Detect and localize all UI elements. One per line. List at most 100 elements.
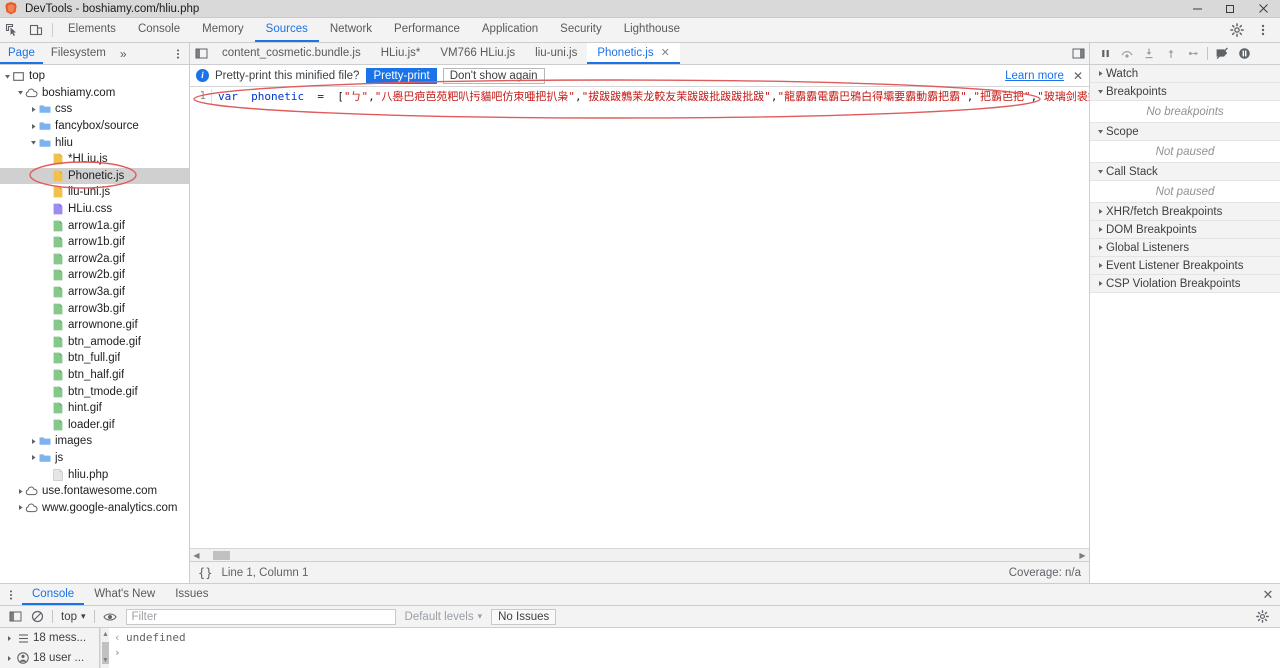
close-icon[interactable]: ✕ <box>1073 69 1083 83</box>
gear-icon[interactable] <box>1224 23 1250 37</box>
inspect-element-icon[interactable] <box>0 18 24 42</box>
code-editor[interactable]: 1 var phonetic = ["ㄅ","八嶴巴疤芭苑粑叭扝貓吧仿朿唖把扒枭… <box>190 87 1089 548</box>
deactivate-breakpoints-icon[interactable] <box>1211 44 1233 64</box>
tree-item[interactable]: hint.gif <box>0 400 189 417</box>
pause-script-icon[interactable] <box>1094 44 1116 64</box>
dont-show-again-button[interactable]: Don't show again <box>443 68 545 84</box>
tree-item[interactable]: liu-uni.js <box>0 184 189 201</box>
editor-tab-liu-uni[interactable]: liu-uni.js <box>525 43 587 64</box>
live-expression-icon[interactable] <box>99 607 121 627</box>
chevron-right-icon[interactable] <box>15 488 25 495</box>
chevron-right-icon[interactable] <box>15 504 25 511</box>
debugger-section-header[interactable]: Scope <box>1090 123 1280 141</box>
tree-item[interactable]: fancybox/source <box>0 118 189 135</box>
tree-item[interactable]: top <box>0 68 189 85</box>
console-context-selector[interactable]: top ▾ <box>57 611 90 623</box>
chevron-right-icon[interactable] <box>28 454 38 461</box>
nav-tab-filesystem[interactable]: Filesystem <box>43 43 114 64</box>
step-into-icon[interactable] <box>1138 44 1160 64</box>
tab-security[interactable]: Security <box>549 18 613 42</box>
editor-horizontal-scrollbar[interactable]: ◀ ▶ <box>190 548 1089 561</box>
step-over-icon[interactable] <box>1116 44 1138 64</box>
nav-overflow-icon[interactable]: » <box>114 43 133 64</box>
chevron-right-icon[interactable] <box>1095 280 1106 287</box>
chevron-right-icon[interactable] <box>1095 208 1106 215</box>
tree-item[interactable]: arrow2b.gif <box>0 267 189 284</box>
tree-item[interactable]: hliu <box>0 134 189 151</box>
console-input-row[interactable]: › <box>109 645 1280 660</box>
chevron-down-icon[interactable] <box>28 139 38 146</box>
tree-item[interactable]: www.google-analytics.com <box>0 499 189 516</box>
chevron-right-icon[interactable] <box>3 635 15 642</box>
tree-item[interactable]: HLiu.css <box>0 201 189 218</box>
tree-item[interactable]: images <box>0 433 189 450</box>
chevron-right-icon[interactable] <box>1095 70 1106 77</box>
tab-network[interactable]: Network <box>319 18 383 42</box>
maximize-button[interactable] <box>1214 0 1247 18</box>
tree-item[interactable]: btn_half.gif <box>0 367 189 384</box>
tree-item[interactable]: arrow2a.gif <box>0 251 189 268</box>
more-tabs-icon[interactable] <box>1067 47 1089 60</box>
editor-tab-hliu[interactable]: HLiu.js* <box>371 43 431 64</box>
chevron-right-icon[interactable] <box>1095 262 1106 269</box>
clear-console-icon[interactable] <box>26 607 48 627</box>
debugger-section-header[interactable]: Event Listener Breakpoints <box>1090 257 1280 275</box>
tree-item[interactable]: btn_amode.gif <box>0 334 189 351</box>
scroll-right-icon[interactable]: ▶ <box>1076 549 1089 562</box>
tree-item[interactable]: arrow1b.gif <box>0 234 189 251</box>
tree-item[interactable]: hliu.php <box>0 466 189 483</box>
minimize-button[interactable] <box>1181 0 1214 18</box>
chevron-down-icon[interactable] <box>1095 128 1106 135</box>
scrollbar-track[interactable] <box>203 549 1076 562</box>
tab-sources[interactable]: Sources <box>255 18 319 42</box>
drawer-tab-issues[interactable]: Issues <box>165 584 218 605</box>
editor-tab-phonetic[interactable]: Phonetic.js ✕ <box>587 43 679 64</box>
editor-tab-content-cosmetic[interactable]: content_cosmetic.bundle.js <box>212 43 371 64</box>
debugger-section-header[interactable]: Breakpoints <box>1090 83 1280 101</box>
learn-more-link[interactable]: Learn more <box>1005 70 1064 82</box>
close-icon[interactable]: ✕ <box>661 46 670 59</box>
chevron-right-icon[interactable] <box>28 438 38 445</box>
step-out-icon[interactable] <box>1160 44 1182 64</box>
scroll-left-icon[interactable]: ◀ <box>190 549 203 562</box>
tab-application[interactable]: Application <box>471 18 549 42</box>
pause-on-exceptions-icon[interactable] <box>1233 44 1255 64</box>
chevron-right-icon[interactable] <box>28 106 38 113</box>
nav-tab-page[interactable]: Page <box>0 43 43 64</box>
code-content[interactable]: var phonetic = ["ㄅ","八嶴巴疤芭苑粑叭扝貓吧仿朿唖把扒枭",… <box>212 89 1089 104</box>
drawer-tab-console[interactable]: Console <box>22 584 84 605</box>
tree-item[interactable]: boshiamy.com <box>0 85 189 102</box>
debugger-section-header[interactable]: XHR/fetch Breakpoints <box>1090 203 1280 221</box>
tree-item[interactable]: arrownone.gif <box>0 317 189 334</box>
tree-item[interactable]: arrow3a.gif <box>0 284 189 301</box>
chevron-right-icon[interactable] <box>1095 226 1106 233</box>
tab-console[interactable]: Console <box>127 18 191 42</box>
tree-item[interactable]: Phonetic.js <box>0 168 189 185</box>
tab-memory[interactable]: Memory <box>191 18 255 42</box>
tree-item[interactable]: use.fontawesome.com <box>0 483 189 500</box>
tree-item[interactable]: arrow1a.gif <box>0 217 189 234</box>
tree-item[interactable]: arrow3b.gif <box>0 300 189 317</box>
tree-item[interactable]: btn_tmode.gif <box>0 383 189 400</box>
editor-tab-vm766-hliu[interactable]: VM766 HLiu.js <box>430 43 525 64</box>
debugger-section-header[interactable]: Call Stack <box>1090 163 1280 181</box>
scroll-up-icon[interactable]: ▲ <box>101 630 110 640</box>
console-levels-selector[interactable]: Default levels ▾ <box>405 611 483 623</box>
no-issues-button[interactable]: No Issues <box>491 609 556 625</box>
close-drawer-icon[interactable]: ✕ <box>1256 584 1280 605</box>
gear-icon[interactable] <box>1251 607 1273 627</box>
console-sidebar-user-messages[interactable]: 18 user ... <box>0 648 99 668</box>
console-sidebar-messages[interactable]: 18 mess... <box>0 628 99 648</box>
tree-item[interactable]: css <box>0 101 189 118</box>
tree-item[interactable]: loader.gif <box>0 416 189 433</box>
chevron-right-icon[interactable] <box>1095 244 1106 251</box>
console-sidebar-icon[interactable] <box>4 607 26 627</box>
console-filter-input[interactable]: Filter <box>126 609 396 625</box>
chevron-right-icon[interactable] <box>28 123 38 130</box>
step-icon[interactable] <box>1182 44 1204 64</box>
close-button[interactable] <box>1247 0 1280 18</box>
drawer-tab-whats-new[interactable]: What's New <box>84 584 165 605</box>
tab-elements[interactable]: Elements <box>57 18 127 42</box>
debugger-section-header[interactable]: Global Listeners <box>1090 239 1280 257</box>
debugger-section-header[interactable]: CSP Violation Breakpoints <box>1090 275 1280 293</box>
